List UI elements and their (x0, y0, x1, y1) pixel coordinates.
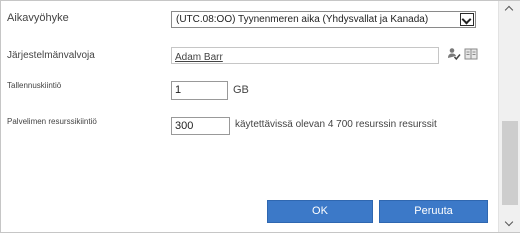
resource-quota-note: käytettävissä olevan 4 700 resurssin res… (235, 119, 437, 130)
cancel-button[interactable]: Peruuta (379, 200, 488, 223)
storage-quota-unit: GB (233, 84, 249, 96)
site-admin-label: Järjestelmänvalvoja (7, 50, 95, 61)
timezone-select[interactable]: (UTC.08:OO) Tyynenmeren aika (Yhdysvalla… (171, 11, 476, 28)
site-settings-dialog: Aikavyöhyke (UTC.08:OO) Tyynenmeren aika… (0, 0, 520, 233)
timezone-selected-value: (UTC.08:OO) Tyynenmeren aika (Yhdysvalla… (176, 14, 429, 25)
site-admin-people-picker[interactable]: Adam Barr (171, 47, 439, 64)
storage-quota-input[interactable]: 1 (171, 81, 228, 100)
address-book-icon[interactable] (464, 47, 478, 61)
resource-quota-label: Palvelimen resurssikiintiö (7, 117, 97, 126)
ok-button[interactable]: OK (267, 200, 373, 223)
check-names-icon[interactable] (447, 47, 461, 61)
scrollbar-thumb[interactable] (502, 121, 518, 205)
scroll-up-arrow-icon[interactable] (499, 1, 520, 16)
site-admin-name[interactable]: Adam Barr (175, 52, 223, 63)
storage-quota-label: Tallennuskiintiö (7, 81, 62, 90)
scroll-down-arrow-icon[interactable] (499, 216, 520, 232)
vertical-scrollbar[interactable] (498, 1, 520, 232)
timezone-label: Aikavyöhyke (7, 12, 69, 24)
resource-quota-input[interactable]: 300 (171, 117, 230, 135)
dialog-content: Aikavyöhyke (UTC.08:OO) Tyynenmeren aika… (1, 1, 498, 234)
chevron-down-icon[interactable] (460, 13, 474, 26)
